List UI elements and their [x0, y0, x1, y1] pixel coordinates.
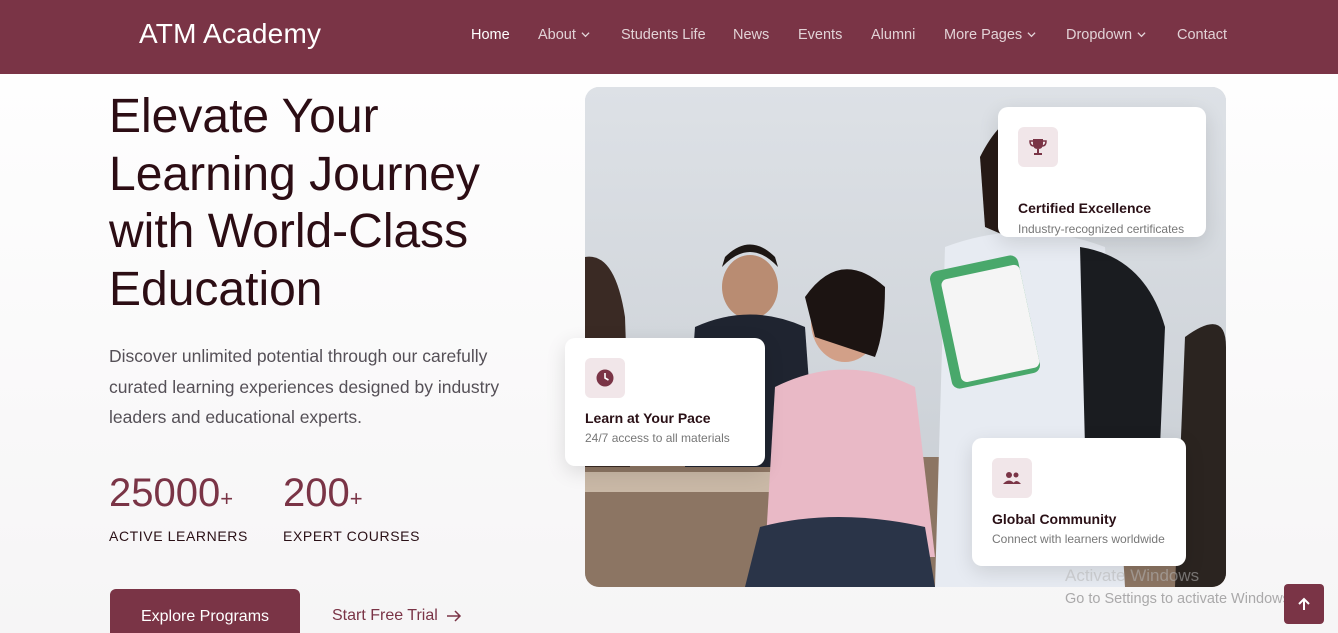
scroll-top-button[interactable]: [1284, 584, 1324, 624]
clock-icon: [585, 358, 625, 398]
stat-value: 200+: [283, 470, 420, 522]
nav-contact[interactable]: Contact: [1177, 27, 1227, 43]
people-icon: [992, 458, 1032, 498]
stat-value: 25000+: [109, 470, 248, 522]
activate-windows-hint: Go to Settings to activate Windows.: [1065, 591, 1294, 607]
stat-number: 200: [283, 471, 350, 515]
card-title: Global Community: [992, 511, 1117, 527]
stat-label: ACTIVE LEARNERS: [109, 528, 248, 544]
feature-card-pace: Learn at Your Pace 24/7 access to all ma…: [565, 338, 765, 466]
stat-active-learners: 25000+ ACTIVE LEARNERS: [109, 470, 248, 544]
nav-label: Events: [798, 27, 843, 43]
nav-label: Home: [471, 27, 510, 43]
arrow-up-icon: [1298, 597, 1310, 610]
card-subtitle: Industry-recognized certificates: [1018, 222, 1185, 236]
stat-suffix: +: [220, 486, 234, 511]
nav-students-life[interactable]: Students Life: [621, 27, 706, 43]
explore-programs-button[interactable]: Explore Programs: [110, 589, 300, 633]
chevron-down-icon: [581, 31, 590, 37]
card-title: Certified Excellence: [1018, 200, 1152, 216]
nav-events[interactable]: Events: [798, 27, 842, 43]
arrow-right-icon: [446, 610, 461, 622]
feature-card-community: Global Community Connect with learners w…: [972, 438, 1186, 566]
chevron-down-icon: [1137, 31, 1146, 37]
activate-windows-watermark: Activate Windows: [1065, 566, 1200, 585]
feature-card-certified: Certified Excellence Industry-recognized…: [998, 107, 1206, 237]
trophy-icon: [1018, 127, 1058, 167]
hero-title-line: with World-Class: [109, 205, 469, 258]
card-title: Learn at Your Pace: [585, 410, 711, 426]
nav-label: Contact: [1177, 27, 1227, 43]
card-subtitle: 24/7 access to all materials: [585, 431, 730, 445]
nav-label: Dropdown: [1066, 27, 1133, 43]
nav-about[interactable]: About: [538, 27, 590, 43]
stat-expert-courses: 200+ EXPERT COURSES: [283, 470, 420, 544]
site-header: ATM Academy Home About Students Life New…: [0, 0, 1338, 74]
chevron-down-icon: [1027, 31, 1036, 37]
nav-label: About: [538, 27, 576, 43]
hero-image: Certified Excellence Industry-recognized…: [585, 87, 1226, 587]
hero-title-line: Learning Journey: [109, 147, 480, 201]
stat-label: EXPERT COURSES: [283, 528, 421, 544]
hero-title: Elevate Your Learning Journey with World…: [109, 88, 569, 318]
nav-dropdown[interactable]: Dropdown: [1066, 27, 1146, 43]
hero-description: Discover unlimited potential through our…: [109, 346, 500, 427]
hero-title-line: Education: [109, 262, 323, 316]
nav-label: News: [733, 27, 770, 43]
nav-more-pages[interactable]: More Pages: [944, 27, 1036, 43]
nav-news[interactable]: News: [733, 27, 769, 43]
start-free-trial-label: Start Free Trial: [332, 607, 438, 624]
start-free-trial-link[interactable]: Start Free Trial: [332, 607, 462, 625]
stat-number: 25000: [109, 471, 221, 515]
nav-label: Students Life: [621, 27, 706, 43]
nav-label: Alumni: [871, 27, 916, 43]
stat-suffix: +: [349, 486, 363, 511]
site-logo[interactable]: ATM Academy: [139, 18, 321, 50]
nav-label: More Pages: [944, 27, 1023, 43]
nav-home[interactable]: Home: [471, 27, 510, 43]
card-subtitle: Connect with learners worldwide: [992, 532, 1165, 546]
hero-title-line: Elevate Your: [109, 90, 379, 143]
nav-alumni[interactable]: Alumni: [871, 27, 915, 43]
